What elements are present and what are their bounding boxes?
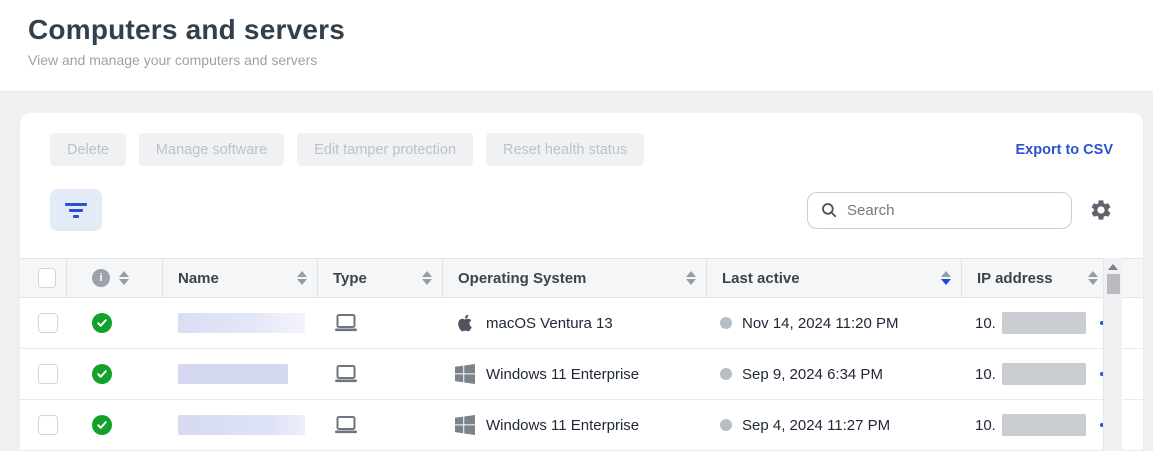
os-label: Windows 11 Enterprise (486, 366, 639, 383)
os-label: macOS Ventura 13 (486, 315, 613, 332)
delete-button[interactable]: Delete (50, 133, 126, 166)
sort-arrows-icon[interactable] (1088, 271, 1098, 285)
header-ip-address[interactable]: IP address (962, 259, 1122, 297)
devices-table: i Name Type Operating System Last active (20, 258, 1143, 451)
redacted-ip (1002, 312, 1086, 334)
redacted-ip (1002, 363, 1086, 385)
row-checkbox[interactable] (38, 313, 58, 333)
computer-icon (333, 312, 359, 334)
table-row[interactable]: Windows 11 Enterprise Sep 4, 2024 11:27 … (20, 400, 1143, 451)
sort-arrows-icon[interactable] (422, 271, 432, 285)
apple-icon (455, 312, 475, 334)
devices-card: Delete Manage software Edit tamper prote… (20, 113, 1143, 451)
os-label: Windows 11 Enterprise (486, 417, 639, 434)
sort-arrows-icon-active[interactable] (941, 271, 951, 285)
redacted-device-name (178, 415, 305, 435)
bulk-actions-toolbar: Delete Manage software Edit tamper prote… (20, 113, 1143, 166)
reset-health-status-button[interactable]: Reset health status (486, 133, 644, 166)
export-to-csv-link[interactable]: Export to CSV (1016, 142, 1113, 158)
last-active-value: Sep 9, 2024 6:34 PM (742, 366, 883, 383)
health-good-icon (92, 313, 112, 333)
gear-icon (1089, 198, 1113, 222)
table-row[interactable]: Windows 11 Enterprise Sep 9, 2024 6:34 P… (20, 349, 1143, 400)
table-row[interactable]: macOS Ventura 13 Nov 14, 2024 11:20 PM 1… (20, 298, 1143, 349)
page-title: Computers and servers (28, 14, 1153, 46)
settings-button[interactable] (1089, 198, 1113, 222)
table-scrollbar[interactable] (1103, 258, 1122, 451)
sort-arrows-icon[interactable] (119, 271, 129, 285)
health-good-icon (92, 364, 112, 384)
select-all-cell (20, 259, 67, 297)
search-icon (820, 201, 838, 219)
header-type[interactable]: Type (318, 259, 443, 297)
ip-prefix: 10. (975, 315, 996, 332)
row-checkbox[interactable] (38, 415, 58, 435)
windows-icon (455, 415, 475, 435)
health-good-icon (92, 415, 112, 435)
redacted-device-name (178, 364, 288, 384)
select-all-checkbox[interactable] (38, 268, 56, 288)
content-area: Delete Manage software Edit tamper prote… (0, 92, 1153, 451)
page-header: Computers and servers View and manage yo… (0, 0, 1153, 92)
filter-button[interactable] (50, 189, 102, 231)
search-input[interactable] (847, 202, 1059, 219)
manage-software-button[interactable]: Manage software (139, 133, 284, 166)
ip-prefix: 10. (975, 366, 996, 383)
windows-icon (455, 364, 475, 384)
redacted-ip (1002, 414, 1086, 436)
edit-tamper-protection-button[interactable]: Edit tamper protection (297, 133, 473, 166)
info-icon: i (92, 269, 110, 287)
activity-status-icon (720, 317, 732, 329)
header-last-active[interactable]: Last active (707, 259, 962, 297)
header-name[interactable]: Name (163, 259, 318, 297)
scrollbar-thumb[interactable] (1107, 274, 1120, 294)
page-subtitle: View and manage your computers and serve… (28, 52, 1153, 68)
redacted-device-name (178, 313, 305, 333)
scroll-up-icon[interactable] (1108, 264, 1118, 270)
table-header-row: i Name Type Operating System Last active (20, 258, 1143, 298)
search-box (807, 192, 1072, 229)
header-health[interactable]: i (67, 259, 163, 297)
sort-arrows-icon[interactable] (686, 271, 696, 285)
header-operating-system[interactable]: Operating System (443, 259, 707, 297)
table-controls (20, 166, 1143, 231)
sort-arrows-icon[interactable] (297, 271, 307, 285)
filter-icon (65, 203, 87, 206)
activity-status-icon (720, 368, 732, 380)
ip-prefix: 10. (975, 417, 996, 434)
computer-icon (333, 414, 359, 436)
activity-status-icon (720, 419, 732, 431)
row-checkbox[interactable] (38, 364, 58, 384)
computer-icon (333, 363, 359, 385)
last-active-value: Nov 14, 2024 11:20 PM (742, 315, 899, 332)
last-active-value: Sep 4, 2024 11:27 PM (742, 417, 890, 434)
